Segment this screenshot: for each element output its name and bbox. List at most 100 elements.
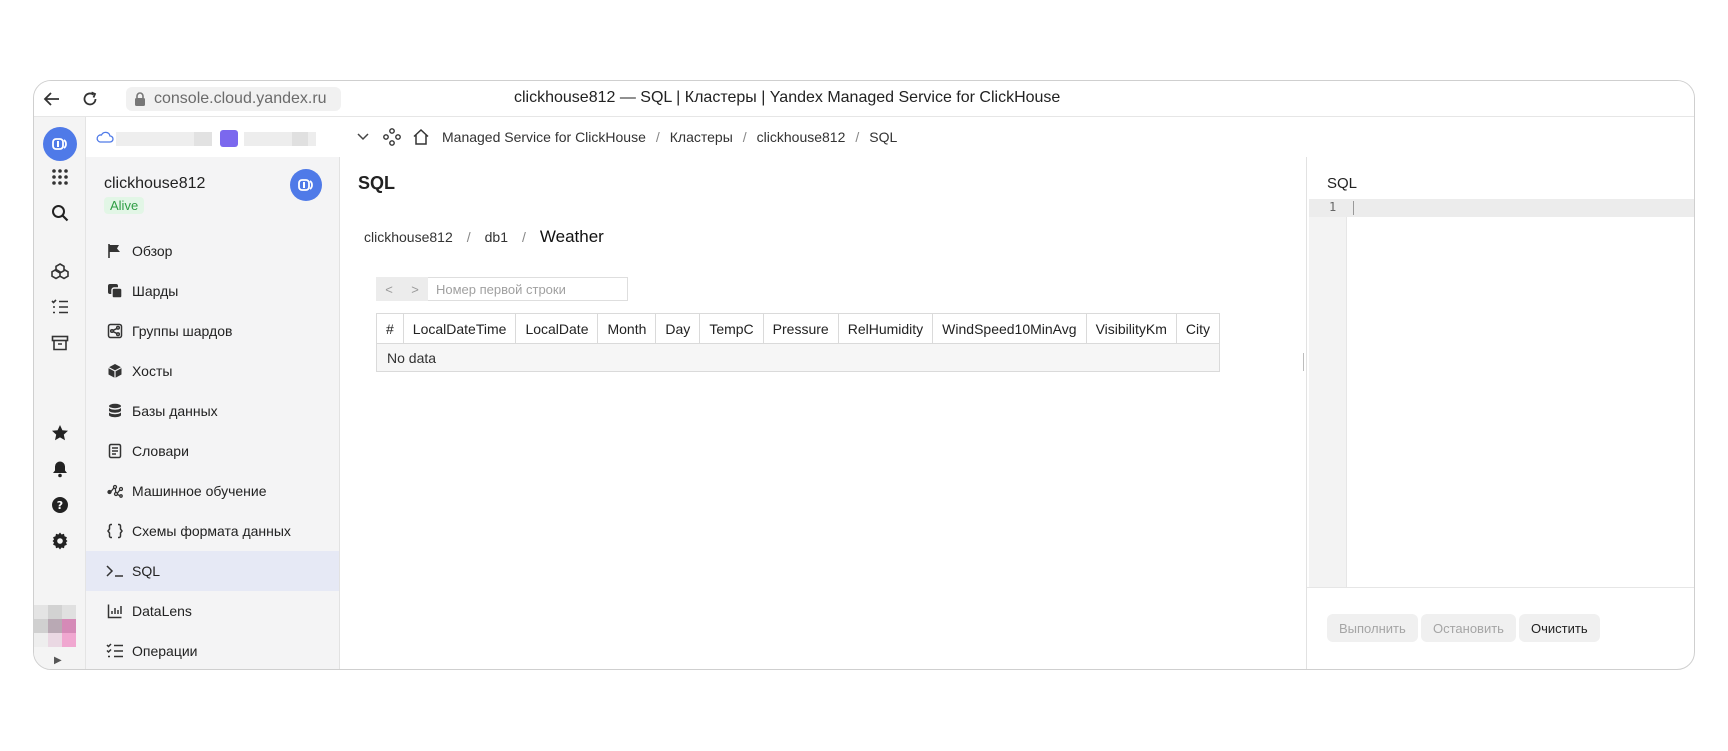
editor-title: SQL bbox=[1327, 175, 1358, 192]
sidebar-item-ml[interactable]: Машинное обучение bbox=[86, 471, 339, 511]
cloud-logo-icon[interactable] bbox=[43, 127, 77, 161]
next-page-button[interactable]: > bbox=[402, 277, 428, 301]
column-header[interactable]: WindSpeed10MinAvg bbox=[932, 313, 1087, 344]
sidebar-item-shard-groups[interactable]: Группы шардов bbox=[86, 311, 339, 351]
column-header[interactable]: Pressure bbox=[762, 313, 839, 344]
table-crumb-db[interactable]: db1 bbox=[485, 229, 508, 245]
page-title: SQL bbox=[358, 173, 396, 193]
settings-gear-icon[interactable] bbox=[44, 525, 76, 557]
cube-icon bbox=[106, 362, 124, 380]
column-header[interactable]: Day bbox=[655, 313, 701, 344]
first-row-input[interactable] bbox=[428, 277, 628, 301]
sidebar-item-label: Операции bbox=[132, 643, 198, 659]
ml-icon bbox=[106, 482, 124, 500]
result-table: # LocalDateTime LocalDate Month Day Temp… bbox=[376, 313, 1221, 372]
sidebar-item-label: Шарды bbox=[132, 283, 179, 299]
column-header[interactable]: LocalDateTime bbox=[402, 313, 517, 344]
user-avatar[interactable] bbox=[34, 605, 78, 653]
column-header[interactable]: RelHumidity bbox=[837, 313, 934, 344]
table-crumb-cluster[interactable]: clickhouse812 bbox=[364, 229, 453, 245]
column-header[interactable]: LocalDate bbox=[515, 313, 599, 344]
sidebar-item-datalens[interactable]: DataLens bbox=[86, 591, 339, 631]
shards-icon bbox=[106, 282, 124, 300]
global-rail: ? ▶ bbox=[34, 117, 86, 669]
empty-state-text: No data bbox=[376, 343, 1220, 372]
sidebar-item-label: Словари bbox=[132, 443, 189, 459]
archive-icon[interactable] bbox=[44, 327, 76, 359]
address-bar[interactable]: console.cloud.yandex.ru bbox=[126, 87, 341, 111]
table-breadcrumb: clickhouse812 / db1 / Weather bbox=[364, 227, 604, 246]
sidebar-item-label: Машинное обучение bbox=[132, 483, 267, 499]
sidebar-item-operations[interactable]: Операции bbox=[86, 631, 339, 669]
cluster-name: clickhouse812 bbox=[104, 175, 206, 192]
breadcrumb-clusters[interactable]: Кластеры bbox=[670, 129, 733, 145]
breadcrumb: Managed Service for ClickHouse / Кластер… bbox=[412, 128, 897, 146]
text-cursor bbox=[1353, 201, 1354, 215]
sidebar-item-dictionaries[interactable]: Словари bbox=[86, 431, 339, 471]
column-header[interactable]: VisibilityKm bbox=[1085, 313, 1177, 344]
breadcrumb-current: SQL bbox=[869, 129, 898, 145]
breadcrumb-cluster[interactable]: clickhouse812 bbox=[757, 129, 846, 145]
status-badge: Alive bbox=[104, 197, 145, 214]
cluster-sidebar: clickhouse812 Alive Обзор Шарды Группы ш… bbox=[86, 157, 340, 669]
sidebar-item-schemas[interactable]: Схемы формата данных bbox=[86, 511, 339, 551]
browser-toolbar: console.cloud.yandex.ru clickhouse812 — … bbox=[34, 81, 1694, 117]
sidebar-item-label: Обзор bbox=[132, 243, 173, 259]
code-editor[interactable] bbox=[1309, 199, 1694, 217]
sidebar-item-sql[interactable]: SQL bbox=[86, 551, 339, 591]
apps-grid-icon[interactable] bbox=[44, 161, 76, 193]
lock-icon bbox=[132, 91, 148, 107]
chart-icon bbox=[106, 602, 124, 620]
sidebar-item-hosts[interactable]: Хосты bbox=[86, 351, 339, 391]
svg-text:?: ? bbox=[57, 499, 63, 512]
back-arrow-icon[interactable] bbox=[40, 87, 64, 111]
column-header[interactable]: City bbox=[1175, 313, 1221, 344]
sidebar-item-label: Группы шардов bbox=[132, 323, 233, 339]
cloud-selector[interactable] bbox=[96, 129, 326, 147]
clear-button[interactable]: Очистить bbox=[1519, 614, 1600, 642]
stop-button[interactable]: Остановить bbox=[1421, 614, 1516, 642]
bell-icon[interactable] bbox=[44, 453, 76, 485]
braces-icon bbox=[106, 522, 124, 540]
home-breadcrumb-icon[interactable] bbox=[412, 128, 430, 146]
column-header[interactable]: TempC bbox=[699, 313, 764, 344]
share-icon bbox=[106, 322, 124, 340]
book-icon bbox=[106, 442, 124, 460]
column-header[interactable]: # bbox=[376, 313, 404, 344]
prev-page-button[interactable]: < bbox=[376, 277, 402, 301]
terminal-icon bbox=[106, 562, 124, 580]
tasks-icon[interactable] bbox=[44, 291, 76, 323]
help-icon[interactable]: ? bbox=[44, 489, 76, 521]
list-icon bbox=[106, 642, 124, 660]
pagination: < > bbox=[376, 277, 628, 301]
sidebar-item-label: DataLens bbox=[132, 603, 192, 619]
editor-footer: Выполнить Остановить Очистить bbox=[1307, 587, 1694, 669]
reload-icon[interactable] bbox=[78, 87, 102, 111]
browser-page-title: clickhouse812 — SQL | Кластеры | Yandex … bbox=[514, 89, 1061, 106]
pane-resize-handle[interactable] bbox=[1303, 353, 1306, 371]
database-icon bbox=[106, 402, 124, 420]
table-row: No data bbox=[376, 343, 1220, 372]
url-text: console.cloud.yandex.ru bbox=[154, 90, 327, 107]
sidebar-item-overview[interactable]: Обзор bbox=[86, 231, 339, 271]
sidebar-item-databases[interactable]: Базы данных bbox=[86, 391, 339, 431]
cluster-menu: Обзор Шарды Группы шардов Хосты Базы дан… bbox=[86, 231, 339, 669]
sql-editor-pane: SQL 1 Выполнить Остановить Очистить bbox=[1303, 157, 1694, 669]
table-crumb-table: Weather bbox=[539, 227, 604, 246]
breadcrumb-service[interactable]: Managed Service for ClickHouse bbox=[442, 129, 646, 145]
sidebar-item-label: Схемы формата данных bbox=[132, 523, 291, 539]
run-button[interactable]: Выполнить bbox=[1327, 614, 1418, 642]
sidebar-item-label: Базы данных bbox=[132, 403, 218, 419]
column-header[interactable]: Month bbox=[597, 313, 657, 344]
clusters-icon[interactable] bbox=[44, 255, 76, 287]
service-graph-icon[interactable] bbox=[382, 127, 402, 152]
flag-icon bbox=[106, 242, 124, 260]
line-number: 1 bbox=[1329, 200, 1337, 214]
folder-chevron-down-icon[interactable] bbox=[356, 129, 370, 148]
sidebar-item-shards[interactable]: Шарды bbox=[86, 271, 339, 311]
line-gutter bbox=[1309, 199, 1347, 587]
main-content: SQL clickhouse812 / db1 / Weather < > # … bbox=[340, 157, 1306, 669]
star-icon[interactable] bbox=[44, 417, 76, 449]
search-icon[interactable] bbox=[44, 197, 76, 229]
expand-rail-icon[interactable]: ▶ bbox=[54, 655, 62, 666]
